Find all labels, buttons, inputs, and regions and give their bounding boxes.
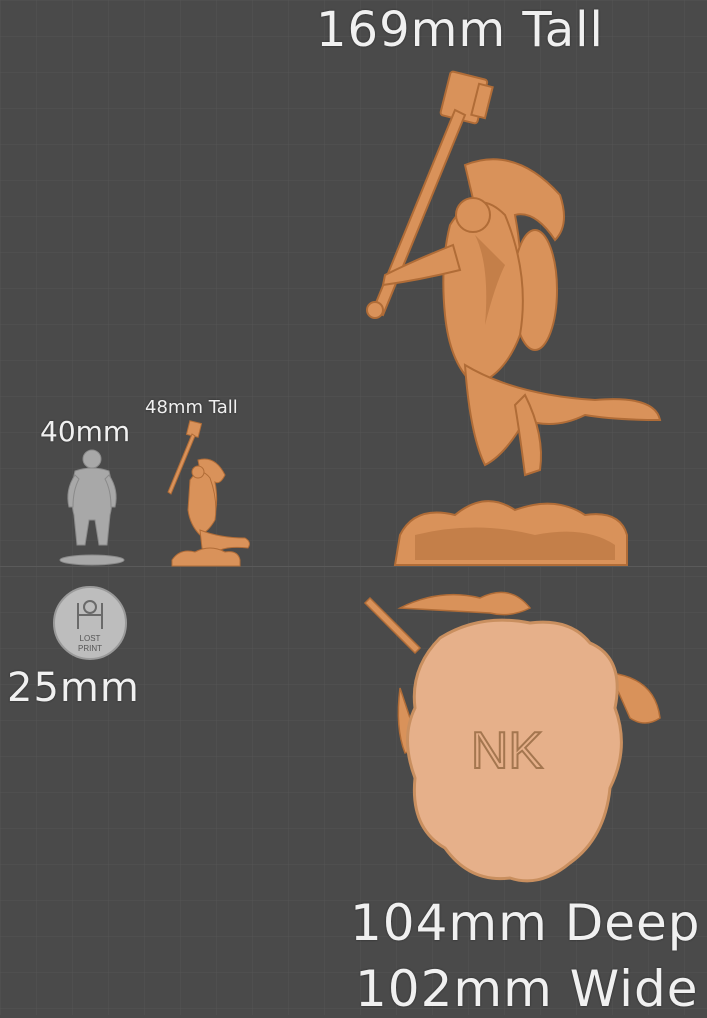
reference-human-figure — [59, 449, 125, 566]
base-mark: NK — [471, 722, 544, 780]
reference-base-logo: LOST PRINT — [53, 586, 127, 660]
small-height-label: 48mm Tall — [145, 397, 238, 418]
small-miniature-front-view — [167, 420, 250, 567]
depth-label: 104mm Deep — [350, 894, 701, 952]
logo-text-top: LOST — [80, 634, 101, 643]
width-label: 102mm Wide — [355, 960, 699, 1018]
logo-text-bottom: PRINT — [78, 644, 102, 653]
large-miniature-bottom-view: NK — [363, 591, 661, 883]
reference-base-label: 25mm — [7, 665, 140, 711]
large-height-label: 169mm Tall — [316, 2, 604, 58]
large-miniature-front-view — [366, 70, 662, 566]
reference-height-label: 40mm — [40, 415, 131, 448]
